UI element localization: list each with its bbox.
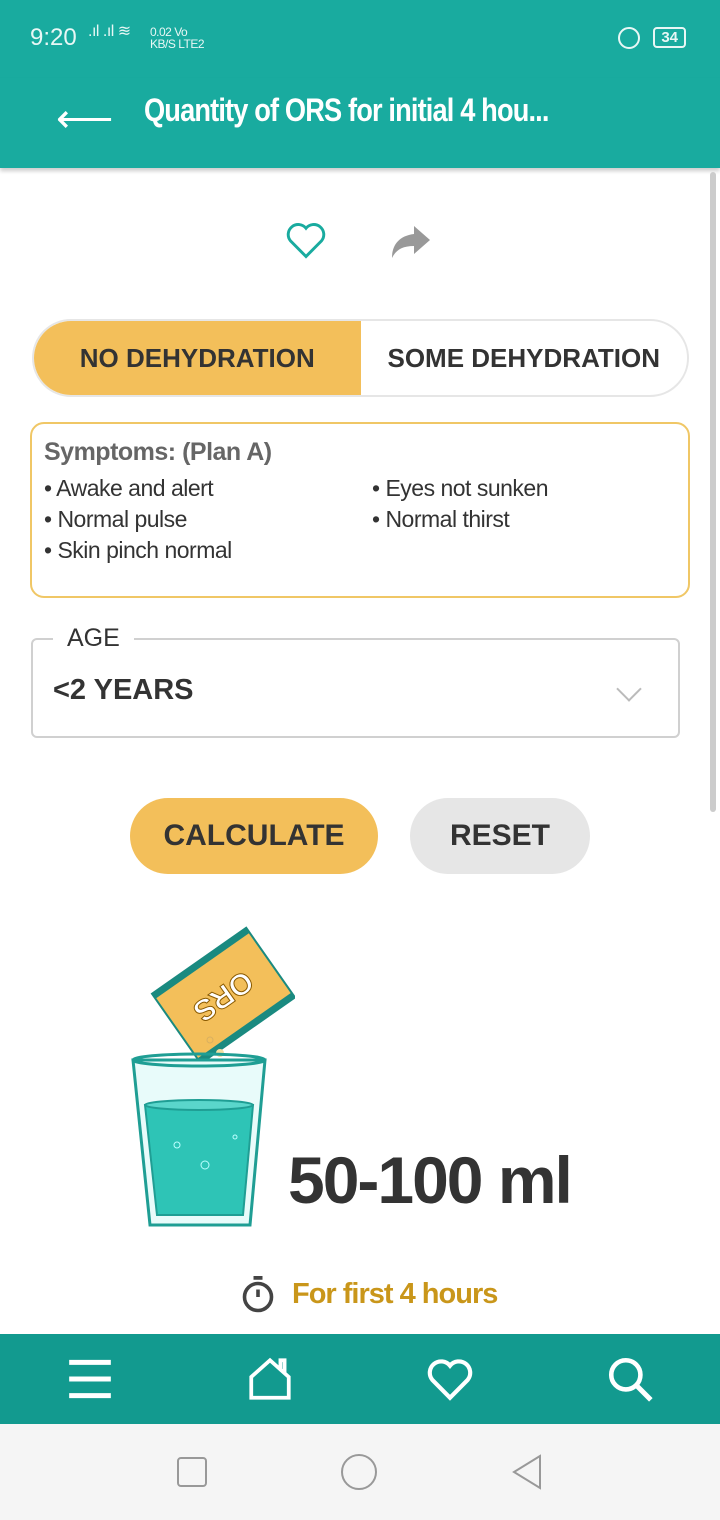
- age-value: <2 YEARS: [53, 674, 194, 706]
- action-icons: [284, 218, 436, 266]
- stopwatch-icon: [242, 1276, 274, 1313]
- status-bar: 9:20 0.02 Vo KB/S LTE2 .ıl .ıl ≋ 34: [0, 0, 720, 78]
- tab-some-dehydration[interactable]: SOME DEHYDRATION: [361, 321, 688, 395]
- page-title: Quantity of ORS for initial 4 hou...: [144, 92, 549, 128]
- calculate-button[interactable]: CALCULATE: [130, 798, 378, 874]
- dehydration-tabs: NO DEHYDRATION SOME DEHYDRATION: [32, 319, 689, 397]
- symptom-item: • Awake and alert: [44, 475, 214, 501]
- clock: 9:20: [30, 24, 77, 51]
- app-bar: ⟵ Quantity of ORS for initial 4 hou...: [0, 78, 720, 168]
- symptoms-list: • Awake and alert • Eyes not sunken • No…: [44, 475, 676, 564]
- home-icon[interactable]: [245, 1354, 295, 1404]
- age-dropdown[interactable]: AGE <2 YEARS: [31, 624, 680, 738]
- age-label: AGE: [53, 624, 134, 653]
- duration-row: For first 4 hours: [240, 1274, 498, 1314]
- menu-icon[interactable]: [65, 1354, 115, 1404]
- favorite-heart-icon[interactable]: [284, 218, 328, 262]
- tab-no-dehydration[interactable]: NO DEHYDRATION: [34, 321, 361, 395]
- share-icon[interactable]: [384, 218, 436, 266]
- symptoms-title: Symptoms: (Plan A): [44, 438, 272, 466]
- symptoms-card: Symptoms: (Plan A) • Awake and alert • E…: [30, 422, 690, 598]
- battery-indicator: 34: [653, 27, 686, 48]
- rotation-lock-icon: [618, 27, 640, 49]
- home-circle-icon[interactable]: [340, 1453, 378, 1491]
- chevron-down-icon: [616, 676, 642, 702]
- symptom-item: • Normal thirst: [372, 506, 510, 532]
- ors-quantity-result: 50-100 ml: [288, 1143, 573, 1217]
- signal-icon: .ıl .ıl ≋: [88, 23, 131, 40]
- symptom-item: • Normal pulse: [44, 506, 187, 532]
- back-triangle-icon[interactable]: [510, 1454, 544, 1490]
- network-indicators: 0.02 Vo KB/S LTE2: [150, 25, 204, 51]
- search-icon[interactable]: [605, 1354, 655, 1404]
- duration-text: For first 4 hours: [292, 1277, 498, 1310]
- recent-apps-icon[interactable]: [176, 1456, 208, 1488]
- favorites-heart-icon[interactable]: [425, 1354, 475, 1404]
- symptom-item: • Skin pinch normal: [44, 537, 232, 563]
- reset-button[interactable]: RESET: [410, 798, 590, 874]
- bottom-nav: [0, 1334, 720, 1424]
- back-arrow-icon[interactable]: ⟵: [56, 96, 113, 142]
- symptom-item: • Eyes not sunken: [372, 475, 549, 501]
- scrollbar[interactable]: [710, 172, 716, 812]
- system-nav-bar: [0, 1424, 720, 1520]
- ors-glass-illustration: ORS: [131, 926, 295, 1227]
